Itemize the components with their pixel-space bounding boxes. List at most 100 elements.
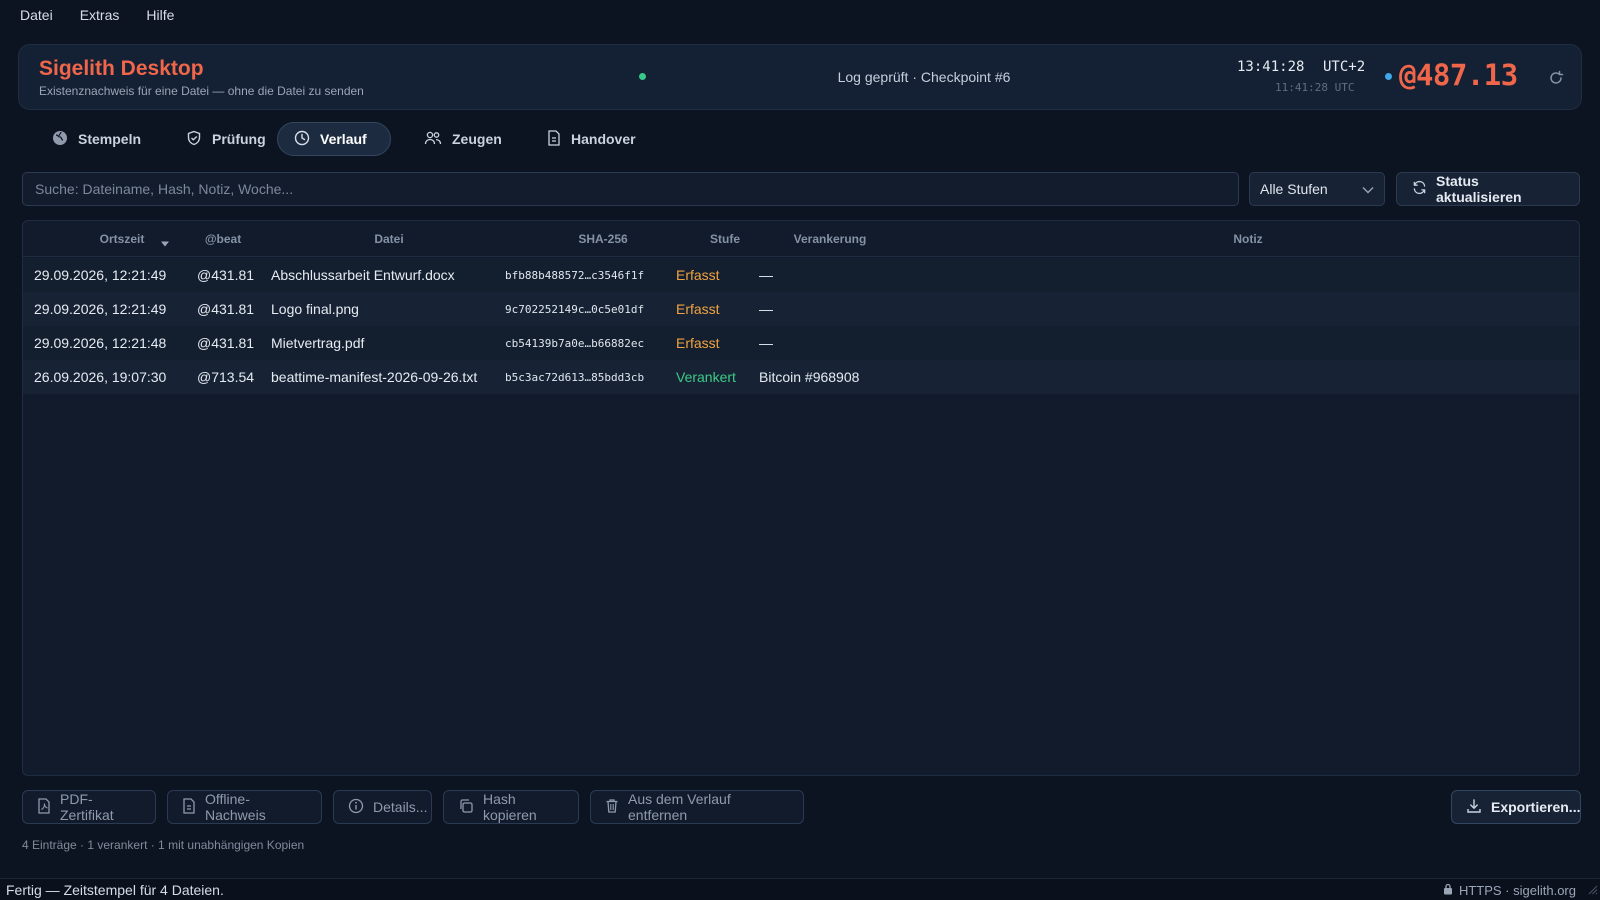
app-header: Sigelith Desktop Existenznachweis für ei…: [18, 44, 1582, 110]
cell-time: 29.09.2026, 12:21:48: [34, 335, 167, 351]
connection-label: HTTPS · sigelith.org: [1458, 883, 1576, 898]
refresh-status-label: Status aktualisieren: [1436, 173, 1522, 205]
chevron-down-icon: [1362, 181, 1374, 197]
info-icon: [348, 798, 364, 817]
cell-beat: @713.54: [197, 369, 255, 385]
pdf-certificate-label: PDF-Zertifikat: [60, 791, 114, 823]
cell-stage: Erfasst: [676, 267, 720, 283]
offline-proof-label: Offline-Nachweis: [205, 791, 266, 823]
column-header-verankerung[interactable]: Verankerung: [775, 232, 885, 246]
history-summary: 4 Einträge · 1 verankert · 1 mit unabhän…: [22, 838, 305, 852]
lock-icon: [1443, 883, 1453, 898]
tab-label: Handover: [571, 131, 636, 147]
cell-beat: @431.81: [197, 267, 255, 283]
cell-hash: b5c3ac72d613…85bdd3cb: [505, 371, 645, 384]
search-input[interactable]: [22, 172, 1239, 206]
refresh-status-button[interactable]: Status aktualisieren: [1396, 172, 1580, 206]
details-button[interactable]: Details...: [333, 790, 432, 824]
tab-pruefung[interactable]: Prüfung: [170, 122, 280, 156]
trash-icon: [605, 798, 619, 817]
column-header-datei[interactable]: Datei: [329, 232, 449, 246]
cell-stage: Verankert: [676, 369, 736, 385]
column-header-notiz[interactable]: Notiz: [1203, 232, 1293, 246]
shield-icon: [186, 130, 202, 149]
cell-stage: Erfasst: [676, 301, 720, 317]
cell-hash: cb54139b7a0e…b66882ec: [505, 337, 645, 350]
tab-handover[interactable]: Handover: [531, 122, 650, 156]
cell-time: 26.09.2026, 19:07:30: [34, 369, 167, 385]
cell-beat: @431.81: [197, 301, 255, 317]
local-time: 13:41:28: [1237, 59, 1305, 75]
cell-anchor: —: [759, 267, 773, 283]
tab-label: Verlauf: [320, 131, 367, 147]
remove-from-history-label: Aus dem Verlauf entfernen: [628, 791, 731, 823]
refresh-icon: [1412, 180, 1427, 198]
cell-time: 29.09.2026, 12:21:49: [34, 301, 167, 317]
tab-verlauf[interactable]: Verlauf: [277, 122, 391, 156]
tab-stempeln[interactable]: Stempeln: [36, 122, 155, 156]
document-icon: [182, 797, 196, 817]
sort-desc-icon[interactable]: [160, 234, 170, 250]
stage-filter-value: Alle Stufen: [1260, 181, 1328, 197]
cell-time: 29.09.2026, 12:21:49: [34, 267, 167, 283]
menu-bar: Datei Extras Hilfe: [0, 0, 1600, 30]
connection-status: HTTPS · sigelith.org: [1443, 883, 1576, 898]
history-table: Ortszeit @beat Datei SHA-256 Stufe Veran…: [22, 220, 1580, 776]
tab-label: Prüfung: [212, 131, 266, 147]
cell-anchor: Bitcoin #968908: [759, 369, 860, 385]
cell-anchor: —: [759, 301, 773, 317]
table-row[interactable]: 29.09.2026, 12:21:49 @431.81 Logo final.…: [23, 292, 1579, 326]
offline-proof-button[interactable]: Offline-Nachweis: [167, 790, 322, 824]
refresh-icon[interactable]: [1545, 67, 1567, 89]
export-button[interactable]: Exportieren...: [1451, 790, 1581, 824]
table-row[interactable]: 29.09.2026, 12:21:49 @431.81 Abschlussar…: [23, 258, 1579, 292]
utc-time: 11:41:28 UTC: [1275, 81, 1355, 94]
table-row[interactable]: 26.09.2026, 19:07:30 @713.54 beattime-ma…: [23, 360, 1579, 394]
column-header-sha256[interactable]: SHA-256: [533, 232, 673, 246]
cell-file: beattime-manifest-2026-09-26.txt: [271, 369, 478, 385]
copy-hash-label: Hash kopieren: [483, 791, 537, 823]
tab-label: Stempeln: [78, 131, 142, 147]
copy-hash-button[interactable]: Hash kopieren: [443, 790, 579, 824]
timezone-label: UTC+2: [1323, 59, 1366, 75]
copy-icon: [458, 798, 474, 817]
users-icon: [424, 130, 442, 149]
cell-file: Logo final.png: [271, 301, 359, 317]
cell-anchor: —: [759, 335, 773, 351]
beat-dot: [1385, 73, 1392, 80]
cell-beat: @431.81: [197, 335, 255, 351]
log-status: Log geprüft · Checkpoint #6: [837, 69, 1011, 85]
app-subtitle: Existenznachweis für eine Datei — ohne d…: [39, 84, 364, 98]
status-bar: Fertig — Zeitstempel für 4 Dateien. HTTP…: [0, 878, 1600, 900]
menu-datei[interactable]: Datei: [20, 7, 53, 23]
stage-filter-select[interactable]: Alle Stufen: [1249, 172, 1385, 206]
column-header-ortszeit[interactable]: Ortszeit: [79, 232, 165, 246]
log-status-dot: [639, 73, 646, 80]
table-row[interactable]: 29.09.2026, 12:21:48 @431.81 Mietvertrag…: [23, 326, 1579, 360]
pdf-icon: [37, 797, 51, 817]
document-icon: [547, 129, 561, 149]
tab-label: Zeugen: [452, 131, 502, 147]
download-icon: [1466, 798, 1482, 817]
cell-file: Abschlussarbeit Entwurf.docx: [271, 267, 455, 283]
export-label: Exportieren...: [1491, 799, 1581, 815]
column-header-stufe[interactable]: Stufe: [685, 232, 765, 246]
globe-icon: [52, 130, 68, 149]
cell-hash: bfb88b488572…c3546f1f: [505, 269, 645, 282]
tab-zeugen[interactable]: Zeugen: [408, 122, 516, 156]
status-message: Fertig — Zeitstempel für 4 Dateien.: [6, 882, 224, 898]
app-title: Sigelith Desktop: [39, 57, 204, 80]
resize-grip-icon[interactable]: [1586, 882, 1598, 898]
cell-stage: Erfasst: [676, 335, 720, 351]
remove-from-history-button[interactable]: Aus dem Verlauf entfernen: [590, 790, 804, 824]
cell-hash: 9c702252149c…0c5e01df: [505, 303, 645, 316]
pdf-certificate-button[interactable]: PDF-Zertifikat: [22, 790, 156, 824]
details-label: Details...: [373, 799, 428, 815]
beat-time: @487.13: [1399, 58, 1518, 92]
table-header: Ortszeit @beat Datei SHA-256 Stufe Veran…: [23, 221, 1579, 257]
menu-hilfe[interactable]: Hilfe: [146, 7, 174, 23]
column-header-beat[interactable]: @beat: [193, 232, 253, 246]
clock-icon: [294, 130, 310, 149]
menu-extras[interactable]: Extras: [80, 7, 120, 23]
cell-file: Mietvertrag.pdf: [271, 335, 365, 351]
